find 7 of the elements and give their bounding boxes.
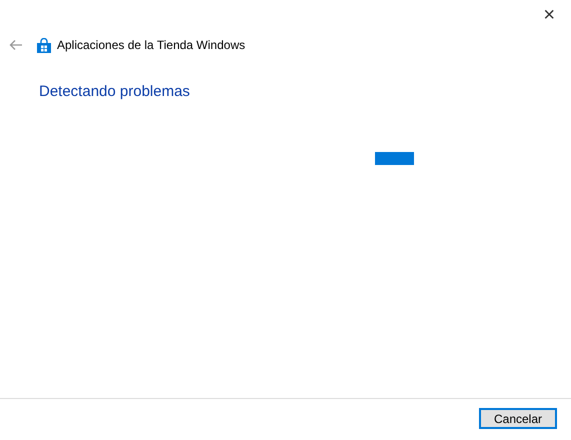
- progress-indicator: [375, 152, 414, 165]
- shopping-bag-icon: [37, 38, 51, 52]
- cancel-button[interactable]: Cancelar: [479, 408, 557, 429]
- close-button[interactable]: ×: [539, 2, 559, 28]
- window-title: Aplicaciones de la Tienda Windows: [57, 37, 246, 54]
- page-heading: Detectando problemas: [39, 83, 190, 100]
- back-arrow-icon[interactable]: [9, 39, 23, 51]
